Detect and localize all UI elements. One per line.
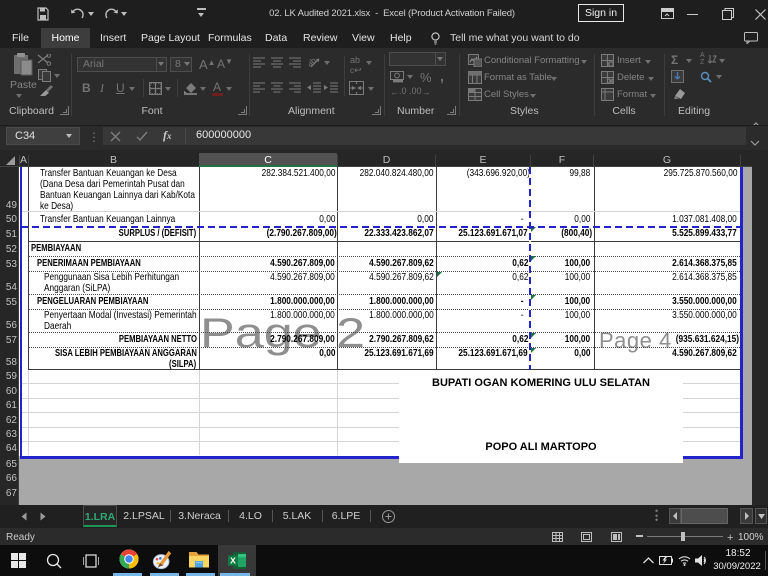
svg-text:ab: ab [309,56,318,68]
svg-text:X: X [230,556,236,566]
